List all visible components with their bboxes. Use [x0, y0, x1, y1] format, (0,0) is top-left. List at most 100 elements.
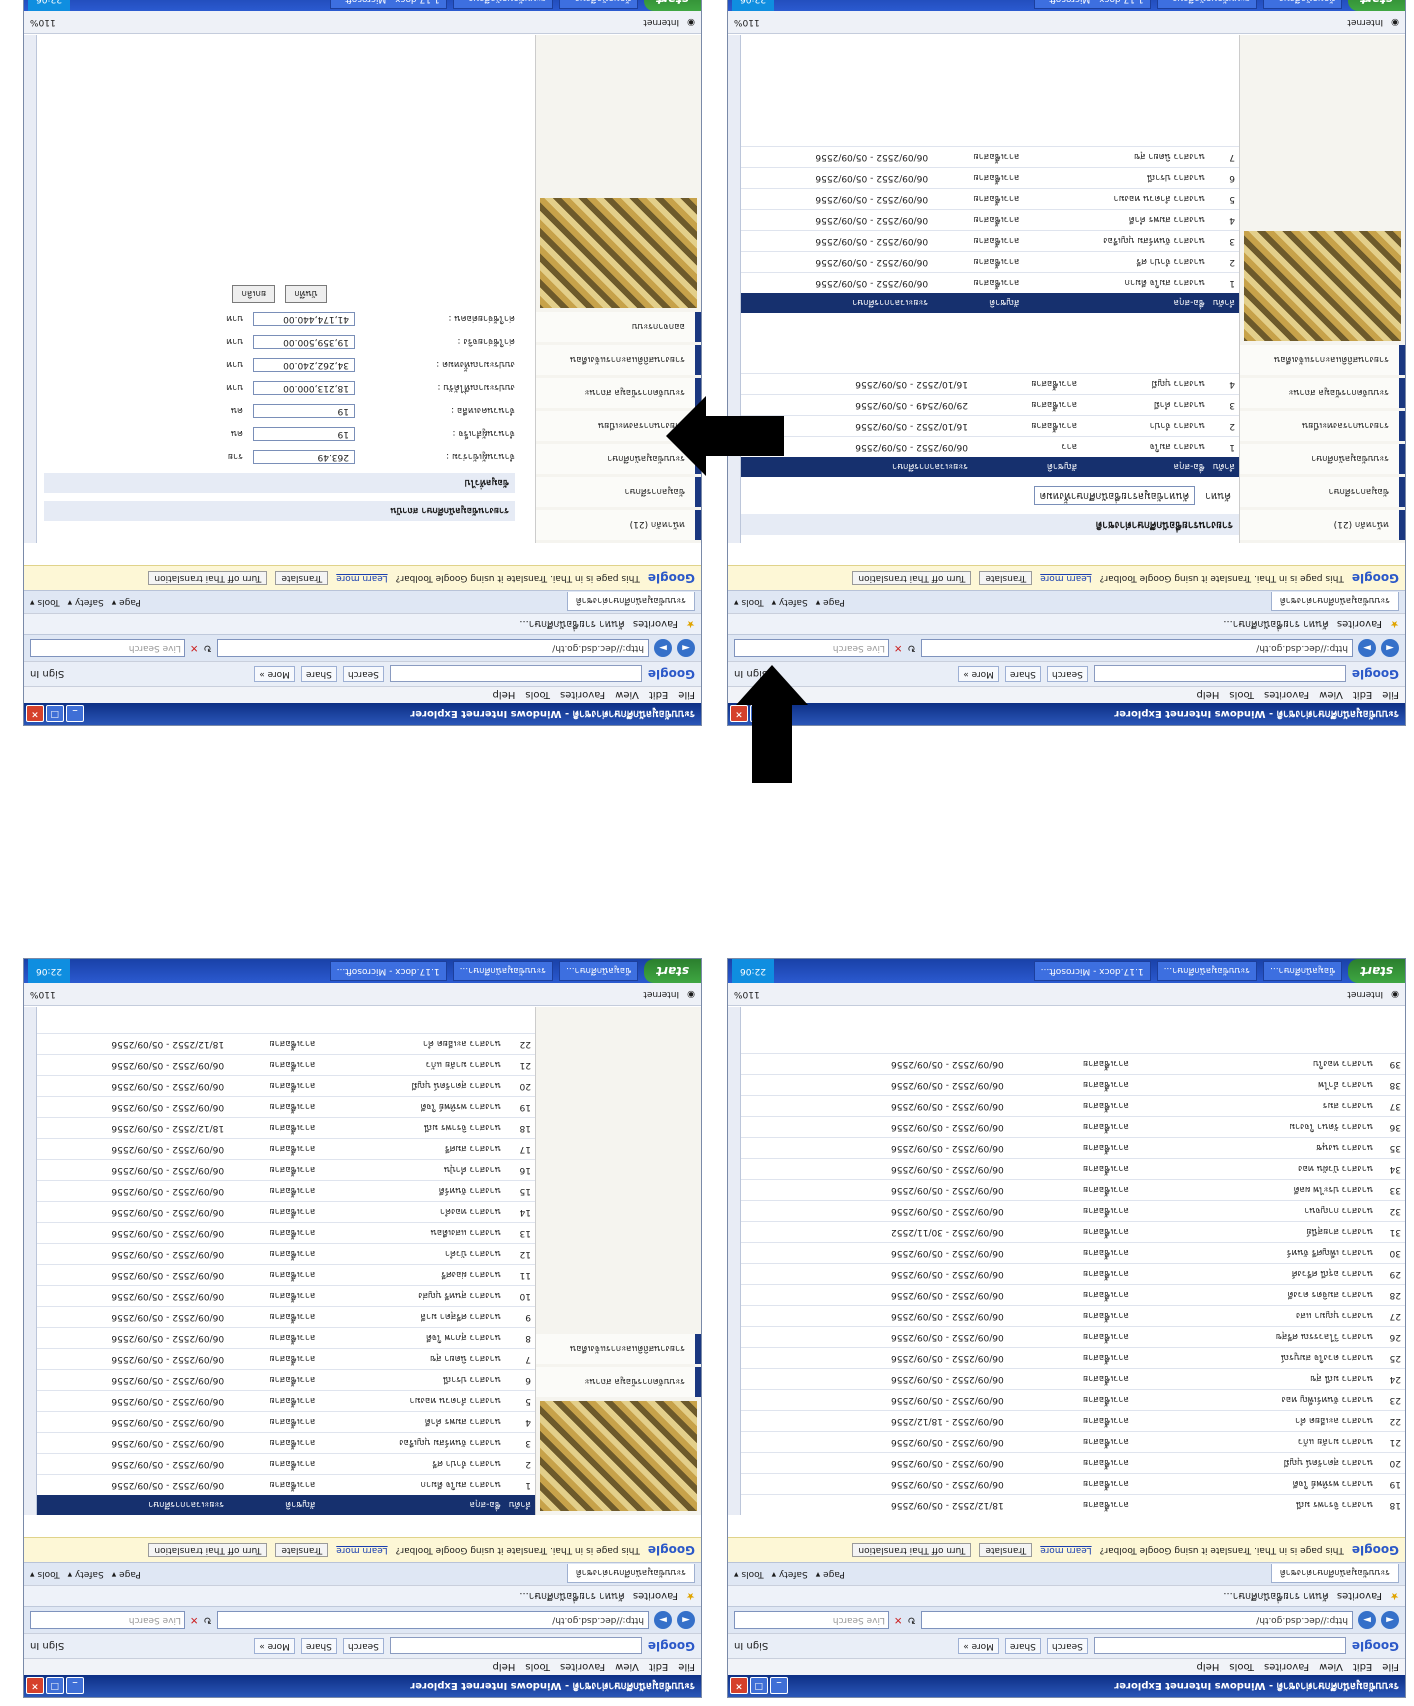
forward-arrow-icon[interactable]: ► — [1358, 1611, 1376, 1629]
favorites-button[interactable]: Favorites — [1337, 1591, 1382, 1602]
menu-tools[interactable]: Tools — [1229, 690, 1254, 701]
turn-off-translation-button[interactable]: Turn off Thai translation — [852, 1543, 972, 1557]
sidebar-item[interactable]: ระบบจัดการข้อมูล สถานะ — [536, 1367, 701, 1397]
share-button[interactable]: Share — [1004, 1638, 1041, 1654]
sidebar-item[interactable]: ข้อมูลการศึกษา — [536, 477, 701, 507]
translate-button[interactable]: Translate — [275, 571, 329, 585]
menu-file[interactable]: File — [678, 1662, 695, 1673]
taskbar-item[interactable]: 1.17.docx - Microsoft... — [1033, 961, 1151, 981]
google-search-button[interactable]: Search — [342, 1638, 384, 1654]
favorites-button[interactable]: Favorites — [633, 1591, 678, 1602]
taskbar-item[interactable]: ข้อมูลนักศึกษา... — [559, 961, 639, 981]
taskbar-item[interactable]: ข้อมูลนักศึกษา... — [1263, 961, 1343, 981]
favorites-button[interactable]: Favorites — [1337, 619, 1382, 630]
more-button[interactable]: More » — [958, 1638, 999, 1654]
menu-edit[interactable]: Edit — [1353, 1662, 1372, 1673]
minimize-button[interactable]: _ — [66, 1677, 84, 1695]
translate-button[interactable]: Translate — [979, 1543, 1033, 1557]
menu-view[interactable]: View — [1319, 1662, 1343, 1673]
turn-off-translation-button[interactable]: Turn off Thai translation — [852, 571, 972, 585]
menu-edit[interactable]: Edit — [1353, 690, 1372, 701]
sidebar-item[interactable]: ข้อมูลการศึกษา — [1240, 477, 1405, 507]
google-search-button[interactable]: Search — [1046, 1638, 1088, 1654]
safety-menu[interactable]: Safety ▾ — [68, 1569, 104, 1579]
refresh-icon[interactable]: ↻ — [203, 643, 211, 654]
menu-tools[interactable]: Tools — [1229, 1662, 1254, 1673]
page-menu[interactable]: Page ▾ — [816, 597, 845, 607]
address-input[interactable]: http://dec.dsd.go.th/ — [216, 1611, 649, 1629]
close-button[interactable]: × — [730, 705, 748, 723]
page-menu[interactable]: Page ▾ — [816, 1569, 845, 1579]
learn-more-link[interactable]: Learn more — [336, 573, 387, 583]
menu-favorites[interactable]: Favorites — [1264, 1662, 1309, 1673]
safety-menu[interactable]: Safety ▾ — [772, 1569, 808, 1579]
turn-off-translation-button[interactable]: Turn off Thai translation — [148, 1543, 268, 1557]
menu-favorites[interactable]: Favorites — [560, 1662, 605, 1673]
sidebar-item[interactable]: ระบบจัดการข้อมูล สถานะ — [1240, 378, 1405, 408]
field-input[interactable]: 34,262,240.00 — [253, 358, 355, 372]
more-button[interactable]: More » — [958, 666, 999, 682]
sidebar-item[interactable]: รายงานสถิติและการแจ้งเตือน — [536, 1334, 701, 1364]
back-arrow-icon[interactable]: ◄ — [677, 639, 695, 657]
translate-button[interactable]: Translate — [275, 1543, 329, 1557]
tools-menu[interactable]: Tools ▾ — [30, 1569, 60, 1579]
cancel-button[interactable]: ยกเลิก — [232, 285, 276, 303]
menu-favorites[interactable]: Favorites — [1264, 690, 1309, 701]
start-button[interactable]: start — [644, 959, 701, 983]
sidebar-item[interactable]: รายงานสถิติและการแจ้งเตือน — [1240, 345, 1405, 375]
maximize-button[interactable]: □ — [46, 1677, 64, 1695]
google-search-input[interactable] — [389, 1637, 642, 1655]
maximize-button[interactable]: □ — [46, 705, 64, 723]
vertical-scrollbar[interactable] — [24, 1007, 37, 1515]
refresh-icon[interactable]: ↻ — [907, 643, 915, 654]
vertical-scrollbar[interactable] — [728, 1007, 741, 1515]
taskbar-item[interactable]: 1.17.docx - Microsoft... — [329, 961, 447, 981]
close-button[interactable]: × — [26, 705, 44, 723]
menu-view[interactable]: View — [615, 690, 639, 701]
more-button[interactable]: More » — [254, 1638, 295, 1654]
vertical-scrollbar[interactable] — [728, 35, 741, 543]
menu-view[interactable]: View — [615, 1662, 639, 1673]
back-arrow-icon[interactable]: ◄ — [1381, 1611, 1399, 1629]
menu-file[interactable]: File — [678, 690, 695, 701]
sidebar-item[interactable]: ระบบข้อมูลนักศึกษา — [1240, 444, 1405, 474]
stop-icon[interactable]: ✕ — [894, 643, 902, 654]
favorites-link[interactable]: ค้นหา รายชื่อนักศึกษา... — [1223, 1589, 1329, 1604]
back-arrow-icon[interactable]: ◄ — [677, 1611, 695, 1629]
google-search-button[interactable]: Search — [1046, 666, 1088, 682]
tools-menu[interactable]: Tools ▾ — [30, 597, 60, 607]
favorites-link[interactable]: ค้นหา รายชื่อนักศึกษา... — [519, 617, 625, 632]
refresh-icon[interactable]: ↻ — [907, 1615, 915, 1626]
start-button[interactable]: start — [1348, 959, 1405, 983]
zoom-level[interactable]: 110% — [734, 989, 760, 999]
menu-help[interactable]: Help — [493, 1662, 516, 1673]
browser-tab[interactable]: ระบบข้อมูลนักศึกษาต่างชาติ — [566, 1564, 695, 1584]
start-button[interactable]: start — [1348, 0, 1405, 11]
taskbar-item[interactable]: 1.17.docx - Microsoft... — [329, 0, 447, 9]
menu-help[interactable]: Help — [1197, 1662, 1220, 1673]
taskbar-item[interactable]: ระบบข้อมูลนักศึกษา... — [1156, 0, 1258, 9]
stop-icon[interactable]: ✕ — [190, 643, 198, 654]
menu-help[interactable]: Help — [1197, 690, 1220, 701]
field-input[interactable]: 19,359,500.00 — [253, 335, 355, 349]
save-button[interactable]: บันทึก — [285, 285, 327, 303]
field-input[interactable]: 19 — [253, 404, 355, 418]
learn-more-link[interactable]: Learn more — [1040, 573, 1091, 583]
zoom-level[interactable]: 110% — [30, 17, 56, 27]
forward-arrow-icon[interactable]: ► — [654, 1611, 672, 1629]
close-button[interactable]: × — [730, 1677, 748, 1695]
favorites-link[interactable]: ค้นหา รายชื่อนักศึกษา... — [1223, 617, 1329, 632]
maximize-button[interactable]: □ — [750, 1677, 768, 1695]
sign-in-link[interactable]: Sign In — [30, 669, 64, 680]
google-search-input[interactable] — [1093, 1637, 1346, 1655]
share-button[interactable]: Share — [300, 666, 337, 682]
sidebar-item-home[interactable]: หน้าหลัก (21) — [1240, 510, 1405, 540]
taskbar-item[interactable]: ข้อมูลนักศึกษา... — [1263, 0, 1343, 9]
taskbar-item[interactable]: ข้อมูลนักศึกษา... — [559, 0, 639, 9]
page-menu[interactable]: Page ▾ — [112, 1569, 141, 1579]
favorites-button[interactable]: Favorites — [633, 619, 678, 630]
favorites-link[interactable]: ค้นหา รายชื่อนักศึกษา... — [519, 1589, 625, 1604]
live-search-input[interactable]: Live Search — [30, 1611, 185, 1629]
menu-tools[interactable]: Tools — [525, 1662, 550, 1673]
menu-file[interactable]: File — [1382, 690, 1399, 701]
